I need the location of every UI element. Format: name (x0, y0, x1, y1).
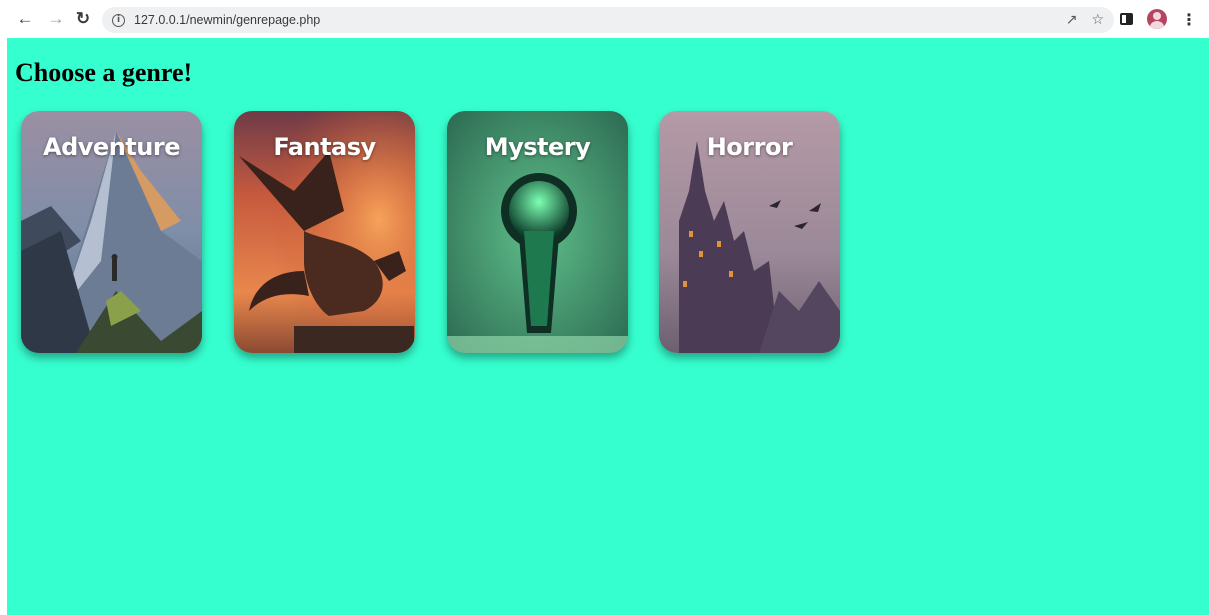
bookmark-star-icon[interactable]: ☆ (1091, 12, 1104, 28)
page-title: Choose a genre! (15, 58, 193, 87)
site-info-icon[interactable]: i (112, 13, 125, 27)
address-bar[interactable]: i 127.0.0.1/newmin/genrepage.php ↗ ☆ (102, 7, 1114, 33)
side-panel-icon[interactable] (1120, 13, 1133, 25)
forward-arrow-icon[interactable]: → (43, 6, 69, 32)
genre-card-fantasy[interactable]: Fantasy (234, 111, 415, 353)
genre-label: Mystery (484, 133, 591, 161)
genre-label: Horror (706, 133, 793, 161)
page-viewport: Choose a genre! Adventure Fantasy Myster… (7, 38, 1209, 615)
profile-avatar-icon[interactable] (1147, 9, 1167, 29)
browser-toolbar: ← → ↻ i 127.0.0.1/newmin/genrepage.php ↗… (0, 0, 1209, 38)
address-bar-url: 127.0.0.1/newmin/genrepage.php (134, 13, 321, 27)
back-arrow-icon[interactable]: ← (12, 6, 38, 32)
reload-icon[interactable]: ↻ (70, 6, 96, 32)
genre-card-mystery[interactable]: Mystery (447, 111, 628, 353)
genre-card-horror[interactable]: Horror (659, 111, 840, 353)
genre-card-adventure[interactable]: Adventure (21, 111, 202, 353)
browser-menu-icon[interactable]: ⋮ (1181, 10, 1197, 29)
genre-label: Adventure (43, 133, 180, 161)
share-icon[interactable]: ↗ (1066, 12, 1078, 28)
genre-label: Fantasy (273, 133, 376, 161)
